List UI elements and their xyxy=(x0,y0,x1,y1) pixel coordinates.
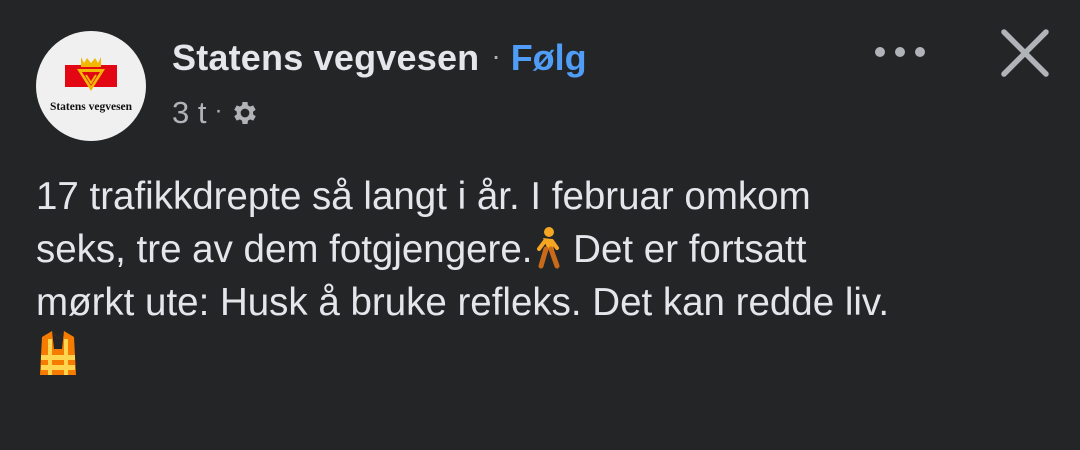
statens-vegvesen-logo xyxy=(65,57,117,91)
post-text-line-2a: seks, tre av dem fotgjengere. xyxy=(36,228,533,271)
post-card: Statens vegvesen Statens vegvesen · Følg… xyxy=(0,0,1080,450)
post-text: 17 trafikkdrepte så langt i år. I februa… xyxy=(36,170,1046,383)
safety-vest-emoji xyxy=(36,329,80,379)
separator-dot: · xyxy=(491,40,501,71)
avatar[interactable]: Statens vegvesen xyxy=(36,31,146,141)
gear-icon[interactable] xyxy=(230,98,260,128)
post-meta: 3 t · xyxy=(172,92,260,134)
post-timestamp[interactable]: 3 t xyxy=(172,95,206,131)
person-walking-emoji xyxy=(532,226,562,270)
author-name[interactable]: Statens vegvesen xyxy=(172,37,479,79)
follow-button[interactable]: Følg xyxy=(511,37,587,79)
author-line: Statens vegvesen · Følg xyxy=(172,34,587,82)
post-text-line-2b: Det er fortsatt xyxy=(562,228,807,271)
meta-separator-dot: · xyxy=(214,97,223,124)
post-text-line-1: 17 trafikkdrepte så langt i år. I februa… xyxy=(36,175,811,218)
avatar-org-name: Statens vegvesen xyxy=(49,101,133,113)
more-horizontal-icon[interactable] xyxy=(870,32,930,72)
post-text-line-3: mørkt ute: Husk å bruke refleks. Det kan… xyxy=(36,281,890,324)
close-icon[interactable] xyxy=(998,26,1052,80)
